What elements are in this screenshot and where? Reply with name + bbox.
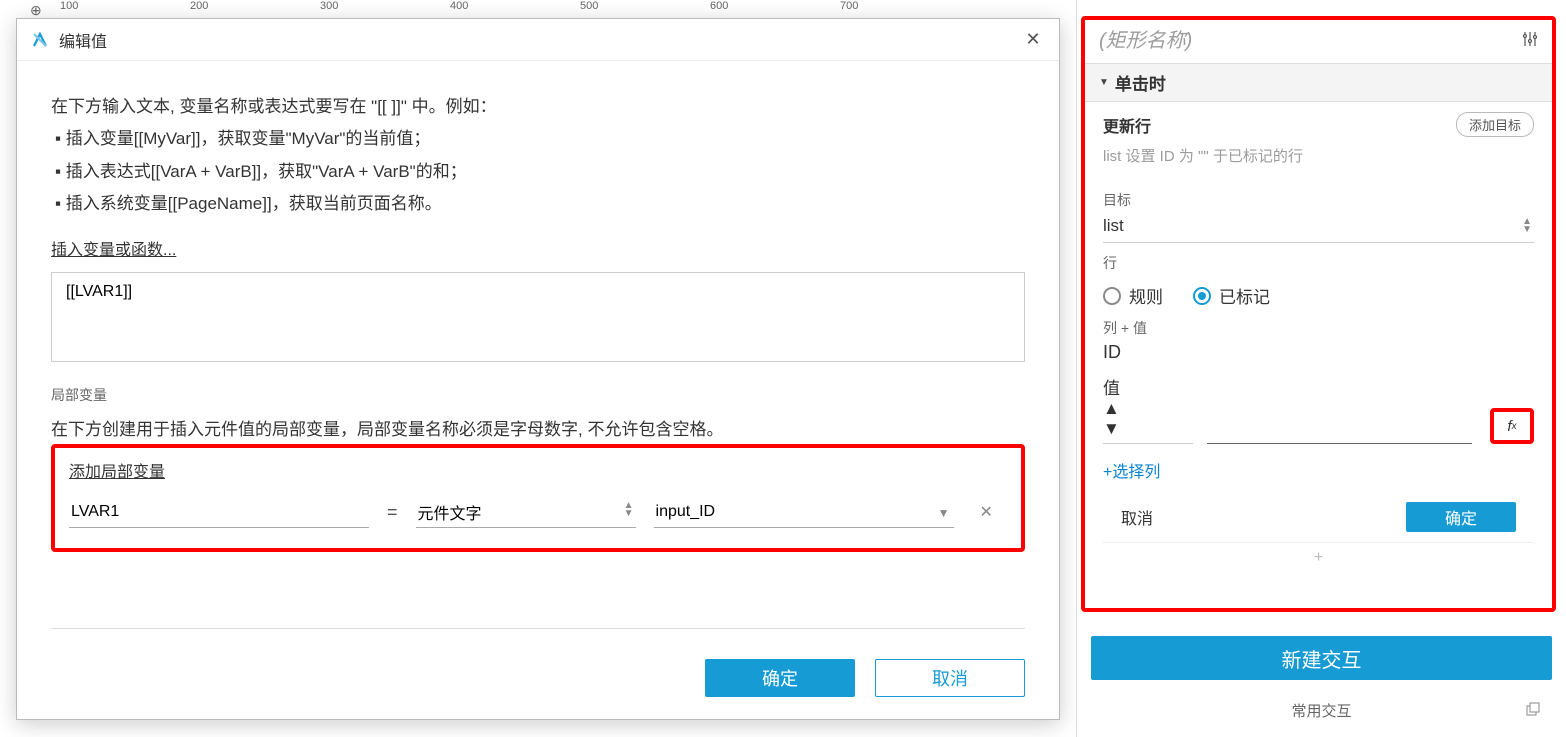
axure-logo-icon [31, 31, 49, 49]
local-var-section-desc: 在下方创建用于插入元件值的局部变量，局部变量名称必须是字母数字, 不允许包含空格… [51, 415, 1025, 440]
dialog-header: 编辑值 ✕ [17, 19, 1059, 61]
common-interactions-label: 常用交互 [1077, 700, 1566, 721]
updown-icon: ▲▼ [1103, 399, 1193, 439]
shape-name-input[interactable] [1099, 30, 1522, 53]
add-local-variable-link[interactable]: 添加局部变量 [69, 458, 165, 482]
equals-sign: = [387, 502, 398, 523]
intro-text: 在下方输入文本, 变量名称或表达式要写在 "[[ ]]" 中。例如： ▪ 插入变… [51, 91, 1025, 220]
fx-button[interactable]: fx [1490, 408, 1534, 444]
insert-variable-link[interactable]: 插入变量或函数... [51, 236, 176, 260]
updown-icon: ▲▼ [624, 502, 634, 518]
dialog-title: 编辑值 [59, 28, 1021, 52]
event-onclick-header[interactable]: ▼ 单击时 [1085, 63, 1552, 102]
intro-bullet-2: ▪ 插入表达式[[VarA + VarB]]，获取"VarA + VarB"的和… [51, 156, 1025, 188]
action-title: 更新行 [1103, 113, 1456, 137]
edit-value-dialog: 编辑值 ✕ 在下方输入文本, 变量名称或表达式要写在 "[[ ]]" 中。例如：… [16, 18, 1060, 720]
dialog-footer: 确定 取消 [705, 659, 1025, 697]
action-description: list 设置 ID 为 "" 于已标记的行 [1103, 145, 1534, 166]
radio-marked[interactable]: 已标记 [1193, 283, 1270, 308]
radio-rule[interactable]: 规则 [1103, 283, 1163, 308]
variable-name-input[interactable] [69, 496, 369, 528]
expand-icon[interactable] [1526, 702, 1540, 719]
target-label: 目标 [1103, 190, 1534, 210]
close-icon[interactable]: ✕ [1021, 28, 1045, 52]
horizontal-ruler: 100200300400500600700 [60, 0, 970, 20]
new-interaction-button[interactable]: 新建交互 [1091, 636, 1552, 680]
expression-textarea[interactable]: [[LVAR1]] [51, 272, 1025, 362]
variable-source-select[interactable]: ▲▼ [416, 496, 636, 528]
intro-bullet-3: ▪ 插入系统变量[[PageName]]，获取当前页面名称。 [51, 188, 1025, 220]
add-action-plus[interactable]: + [1103, 542, 1534, 573]
interactions-panel: ▼ 单击时 更新行 添加目标 list 设置 ID 为 "" 于已标记的行 目标… [1076, 0, 1566, 737]
local-var-section-label: 局部变量 [51, 385, 1025, 405]
event-name: 单击时 [1115, 70, 1166, 95]
radio-rule-label: 规则 [1129, 283, 1163, 308]
panel-ok-button[interactable]: 确定 [1406, 502, 1516, 532]
row-label: 行 [1103, 253, 1534, 273]
remove-variable-icon[interactable]: ✕ [972, 502, 1001, 522]
panel-cancel-link[interactable]: 取消 [1121, 505, 1153, 529]
settings-sliders-icon[interactable] [1522, 31, 1538, 52]
local-var-highlight: 添加局部变量 = ▲▼ ▼ ✕ [51, 444, 1025, 552]
ruler-origin-icon: ⊕ [30, 2, 42, 19]
intro-bullet-1: ▪ 插入变量[[MyVar]]，获取变量"MyVar"的当前值； [51, 123, 1025, 155]
collapse-triangle-icon: ▼ [1099, 77, 1109, 88]
column-value-label: 列 + 值 [1103, 318, 1534, 338]
updown-icon: ▲▼ [1522, 218, 1532, 234]
column-id-value: ID [1103, 342, 1534, 364]
target-select[interactable]: list ▲▼ [1103, 210, 1534, 243]
value-input[interactable] [1207, 416, 1472, 444]
caret-down-icon: ▼ [938, 506, 950, 520]
dialog-cancel-button[interactable]: 取消 [875, 659, 1025, 697]
local-variable-row: = ▲▼ ▼ ✕ [69, 496, 1007, 528]
dialog-ok-button[interactable]: 确定 [705, 659, 855, 697]
intro-main: 在下方输入文本, 变量名称或表达式要写在 "[[ ]]" 中。例如： [51, 91, 1025, 123]
radio-marked-label: 已标记 [1219, 283, 1270, 308]
panel-highlight: ▼ 单击时 更新行 添加目标 list 设置 ID 为 "" 于已标记的行 目标… [1081, 16, 1556, 612]
add-target-button[interactable]: 添加目标 [1456, 112, 1534, 137]
add-column-link[interactable]: +选择列 [1103, 458, 1160, 482]
column-select[interactable]: 值 ▲▼ [1103, 370, 1193, 444]
variable-target-select[interactable]: ▼ [654, 496, 954, 528]
